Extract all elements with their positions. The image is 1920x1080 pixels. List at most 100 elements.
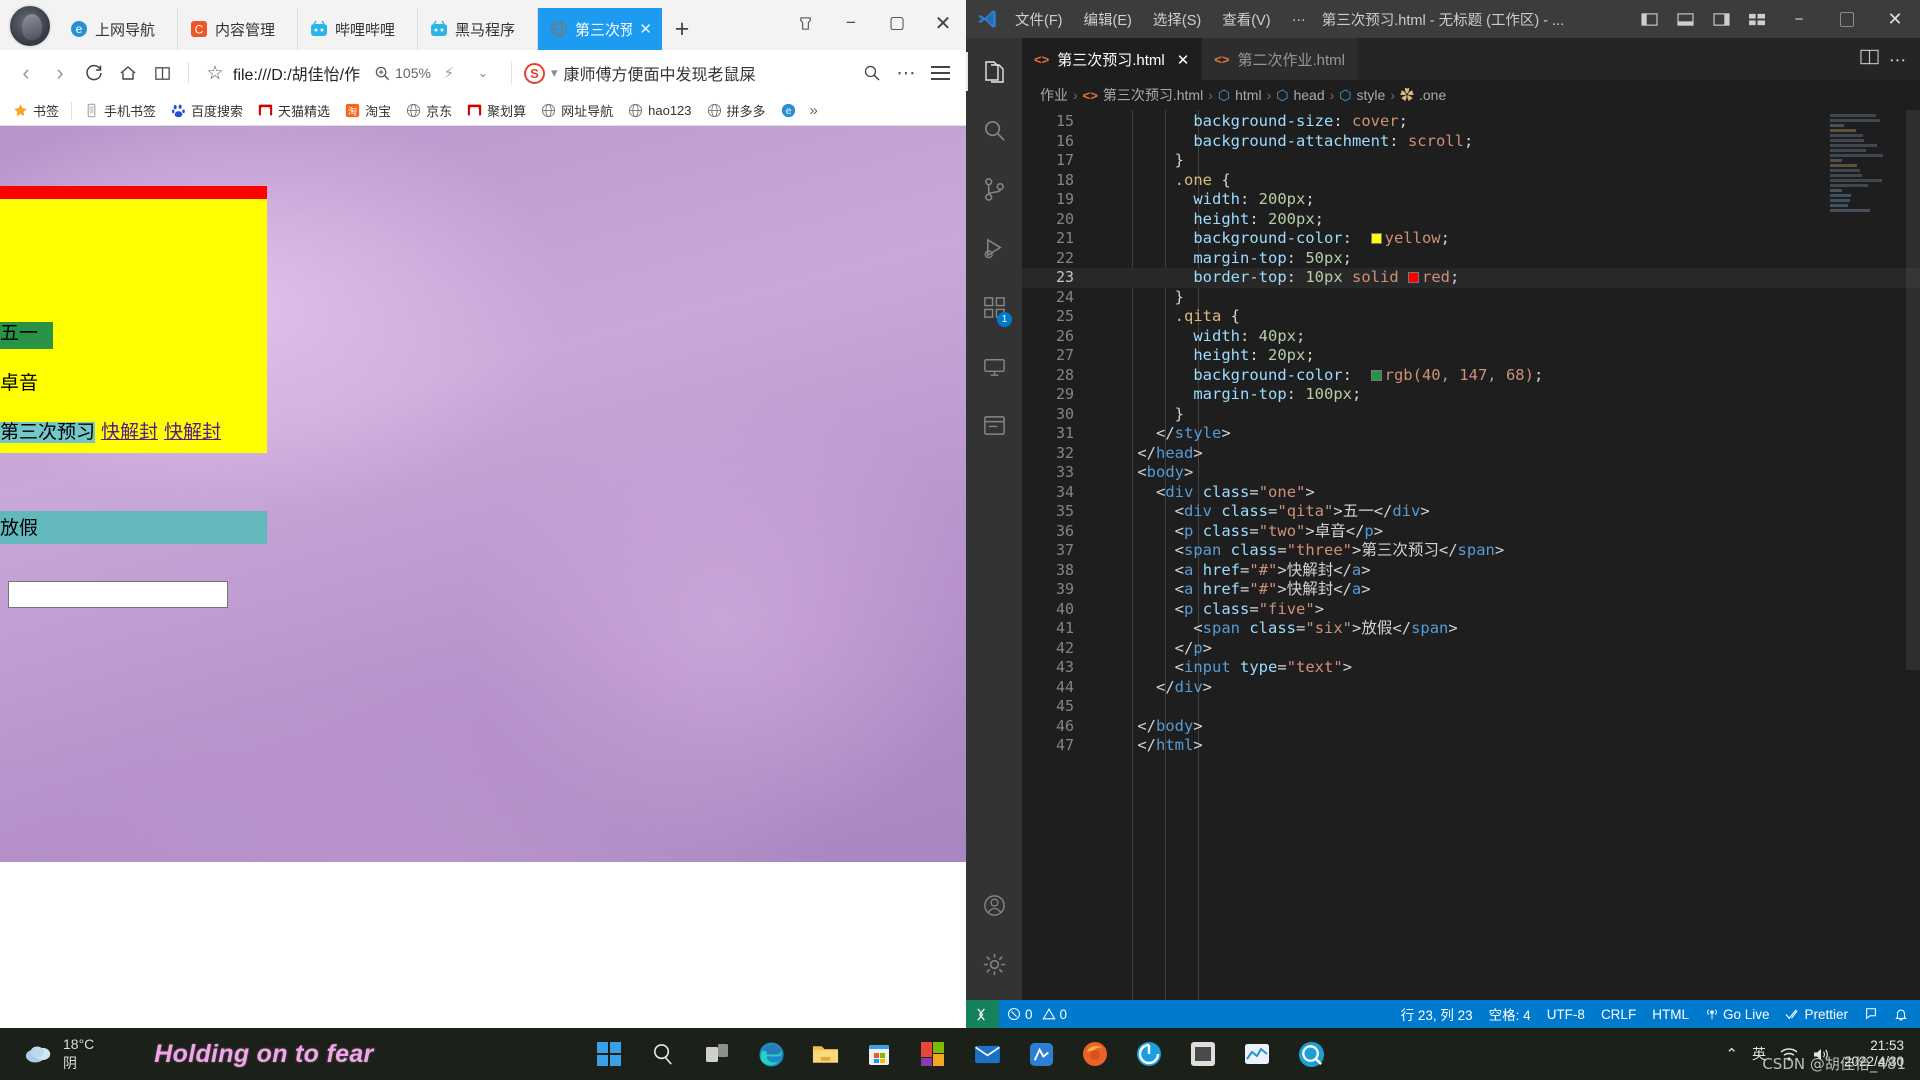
- editor-scrollbar[interactable]: [1906, 110, 1920, 1000]
- mail-button[interactable]: [970, 1037, 1004, 1071]
- bookmark-item-8[interactable]: 网址导航: [534, 99, 620, 122]
- activity-live-server[interactable]: [966, 396, 1022, 455]
- activity-extensions[interactable]: 1: [966, 278, 1022, 337]
- turbo-button[interactable]: ⚡: [433, 57, 465, 89]
- taskbar-search-button[interactable]: [646, 1037, 680, 1071]
- status-indentation[interactable]: 空格: 4: [1481, 1000, 1539, 1028]
- bookmark-item-7[interactable]: 聚划算: [460, 99, 533, 122]
- chart-app-button[interactable]: [1240, 1037, 1274, 1071]
- breadcrumb-item-5[interactable]: style: [1357, 87, 1386, 103]
- panel-bottom-icon[interactable]: [1668, 4, 1702, 34]
- status-prettier[interactable]: Prettier: [1777, 1000, 1856, 1028]
- browser-menu-button[interactable]: [924, 57, 956, 89]
- xmind-button[interactable]: [1024, 1037, 1058, 1071]
- activity-explorer[interactable]: [966, 42, 1022, 101]
- zoom-indicator[interactable]: 105%: [374, 65, 431, 82]
- bookmark-item-9[interactable]: hao123: [621, 101, 698, 120]
- panel-right-icon[interactable]: [1704, 4, 1738, 34]
- activity-remote-explorer[interactable]: [966, 337, 1022, 396]
- code-editor[interactable]: 15 background-size: cover; 16 background-…: [1022, 110, 1920, 1000]
- browser-tab-3[interactable]: 哔哩哔哩: [298, 8, 418, 50]
- layout-grid-icon[interactable]: [1740, 4, 1774, 34]
- link-kuaijiefeng-2[interactable]: 快解封: [164, 422, 221, 443]
- status-remote-button[interactable]: [966, 1000, 999, 1028]
- editor-tab-2[interactable]: <> 第二次作业.html: [1202, 38, 1358, 80]
- task-view-button[interactable]: [700, 1037, 734, 1071]
- bookmark-item-1[interactable]: 书签: [6, 99, 66, 122]
- more-options-button[interactable]: ⋯: [890, 57, 922, 89]
- start-button[interactable]: [592, 1037, 626, 1071]
- status-encoding[interactable]: UTF-8: [1539, 1000, 1593, 1028]
- breadcrumb-item-1[interactable]: 作业: [1040, 85, 1068, 105]
- status-cursor-position[interactable]: 行 23, 列 23: [1393, 1000, 1481, 1028]
- editor-tab-1[interactable]: <> 第三次预习.html ✕: [1022, 38, 1203, 80]
- status-language-mode[interactable]: HTML: [1644, 1000, 1697, 1028]
- panel-left-icon[interactable]: [1632, 4, 1666, 34]
- user-avatar[interactable]: [8, 4, 52, 48]
- vscode-menu-3[interactable]: 选择(S): [1144, 6, 1210, 33]
- status-eol[interactable]: CRLF: [1593, 1000, 1644, 1028]
- bookmark-item-4[interactable]: 天猫精选: [251, 99, 337, 122]
- search-submit-button[interactable]: [856, 57, 888, 89]
- browser-tab-5[interactable]: 第三次预 ✕: [538, 8, 662, 50]
- bookmarks-overflow-button[interactable]: »: [804, 102, 824, 119]
- breadcrumb-item-6[interactable]: .one: [1419, 87, 1446, 103]
- browser-minimize-button[interactable]: −: [828, 6, 874, 40]
- vscode-menu-2[interactable]: 编辑(E): [1075, 6, 1141, 33]
- bookmark-item-5[interactable]: 淘淘宝: [338, 99, 398, 122]
- bookmark-item-2[interactable]: 手机书签: [77, 99, 163, 122]
- activity-accounts[interactable]: [966, 876, 1022, 935]
- breadcrumb-item-4[interactable]: head: [1293, 87, 1324, 103]
- split-editor-icon[interactable]: [1860, 49, 1879, 70]
- editor-scrollbar-thumb[interactable]: [1906, 110, 1920, 670]
- vscode-maximize-button[interactable]: ▢: [1824, 0, 1870, 38]
- browser-tab-1[interactable]: e 上网导航: [58, 8, 178, 50]
- back-button[interactable]: ‹: [10, 57, 42, 89]
- editor-tab-close-icon[interactable]: ✕: [1177, 51, 1190, 69]
- home-button[interactable]: [112, 57, 144, 89]
- link-kuaijiefeng-1[interactable]: 快解封: [101, 422, 158, 443]
- search-input[interactable]: 康师傅方便面中发现老鼠屎: [563, 61, 854, 85]
- sogou-search-icon[interactable]: S: [523, 62, 545, 84]
- vscode-minimize-button[interactable]: −: [1776, 0, 1822, 38]
- tray-chevron-icon[interactable]: ⌃: [1725, 1045, 1738, 1063]
- status-go-live[interactable]: Go Live: [1697, 1000, 1778, 1028]
- status-notifications[interactable]: [1886, 1000, 1916, 1028]
- more-actions-icon[interactable]: ⋯: [1889, 47, 1906, 72]
- breadcrumb-item-3[interactable]: html: [1235, 87, 1261, 103]
- search-box[interactable]: S ▾ 康师傅方便面中发现老鼠屎: [510, 61, 854, 85]
- taskbar-now-playing[interactable]: Holding on to fear: [154, 1040, 373, 1069]
- forward-button[interactable]: ›: [44, 57, 76, 89]
- browser-layout-button[interactable]: [782, 6, 828, 40]
- vscode-close-button[interactable]: ✕: [1872, 0, 1918, 38]
- browser-close-button[interactable]: ✕: [920, 6, 966, 40]
- new-tab-button[interactable]: +: [662, 8, 702, 50]
- activity-run-debug[interactable]: [966, 219, 1022, 278]
- office-button[interactable]: [916, 1037, 950, 1071]
- browser-tab-4[interactable]: 黑马程序: [418, 8, 538, 50]
- microsoft-store-button[interactable]: [862, 1037, 896, 1071]
- reader-button[interactable]: [146, 57, 178, 89]
- bookmark-star-button[interactable]: ☆: [199, 57, 231, 89]
- reload-button[interactable]: [78, 57, 110, 89]
- activity-settings[interactable]: [966, 935, 1022, 994]
- bookmark-item-3[interactable]: 百度搜索: [164, 99, 250, 122]
- status-problems[interactable]: 0 0: [999, 1000, 1075, 1028]
- sogou-browser-button[interactable]: [1294, 1037, 1328, 1071]
- activity-search[interactable]: [966, 101, 1022, 160]
- activity-source-control[interactable]: [966, 160, 1022, 219]
- browser-tab-2[interactable]: C 内容管理: [178, 8, 298, 50]
- text-input[interactable]: [8, 581, 228, 608]
- status-feedback[interactable]: [1856, 1000, 1886, 1028]
- bookmark-item-11[interactable]: e: [774, 101, 803, 120]
- vscode-menu-1[interactable]: 文件(F): [1006, 6, 1072, 33]
- search-engine-caret-icon[interactable]: ▾: [551, 65, 558, 81]
- file-explorer-button[interactable]: [808, 1037, 842, 1071]
- bookmark-item-10[interactable]: 拼多多: [700, 99, 773, 122]
- browser-maximize-button[interactable]: ▢: [874, 6, 920, 40]
- vscode-menu-4[interactable]: 查看(V): [1213, 6, 1279, 33]
- address-bar[interactable]: file:///D:/胡佳怡/作: [233, 61, 360, 85]
- browser-tab-close-icon[interactable]: ✕: [639, 20, 652, 38]
- taskbar-weather-widget[interactable]: 18°C 阴: [0, 1035, 94, 1073]
- bookmark-item-6[interactable]: 京东: [399, 99, 459, 122]
